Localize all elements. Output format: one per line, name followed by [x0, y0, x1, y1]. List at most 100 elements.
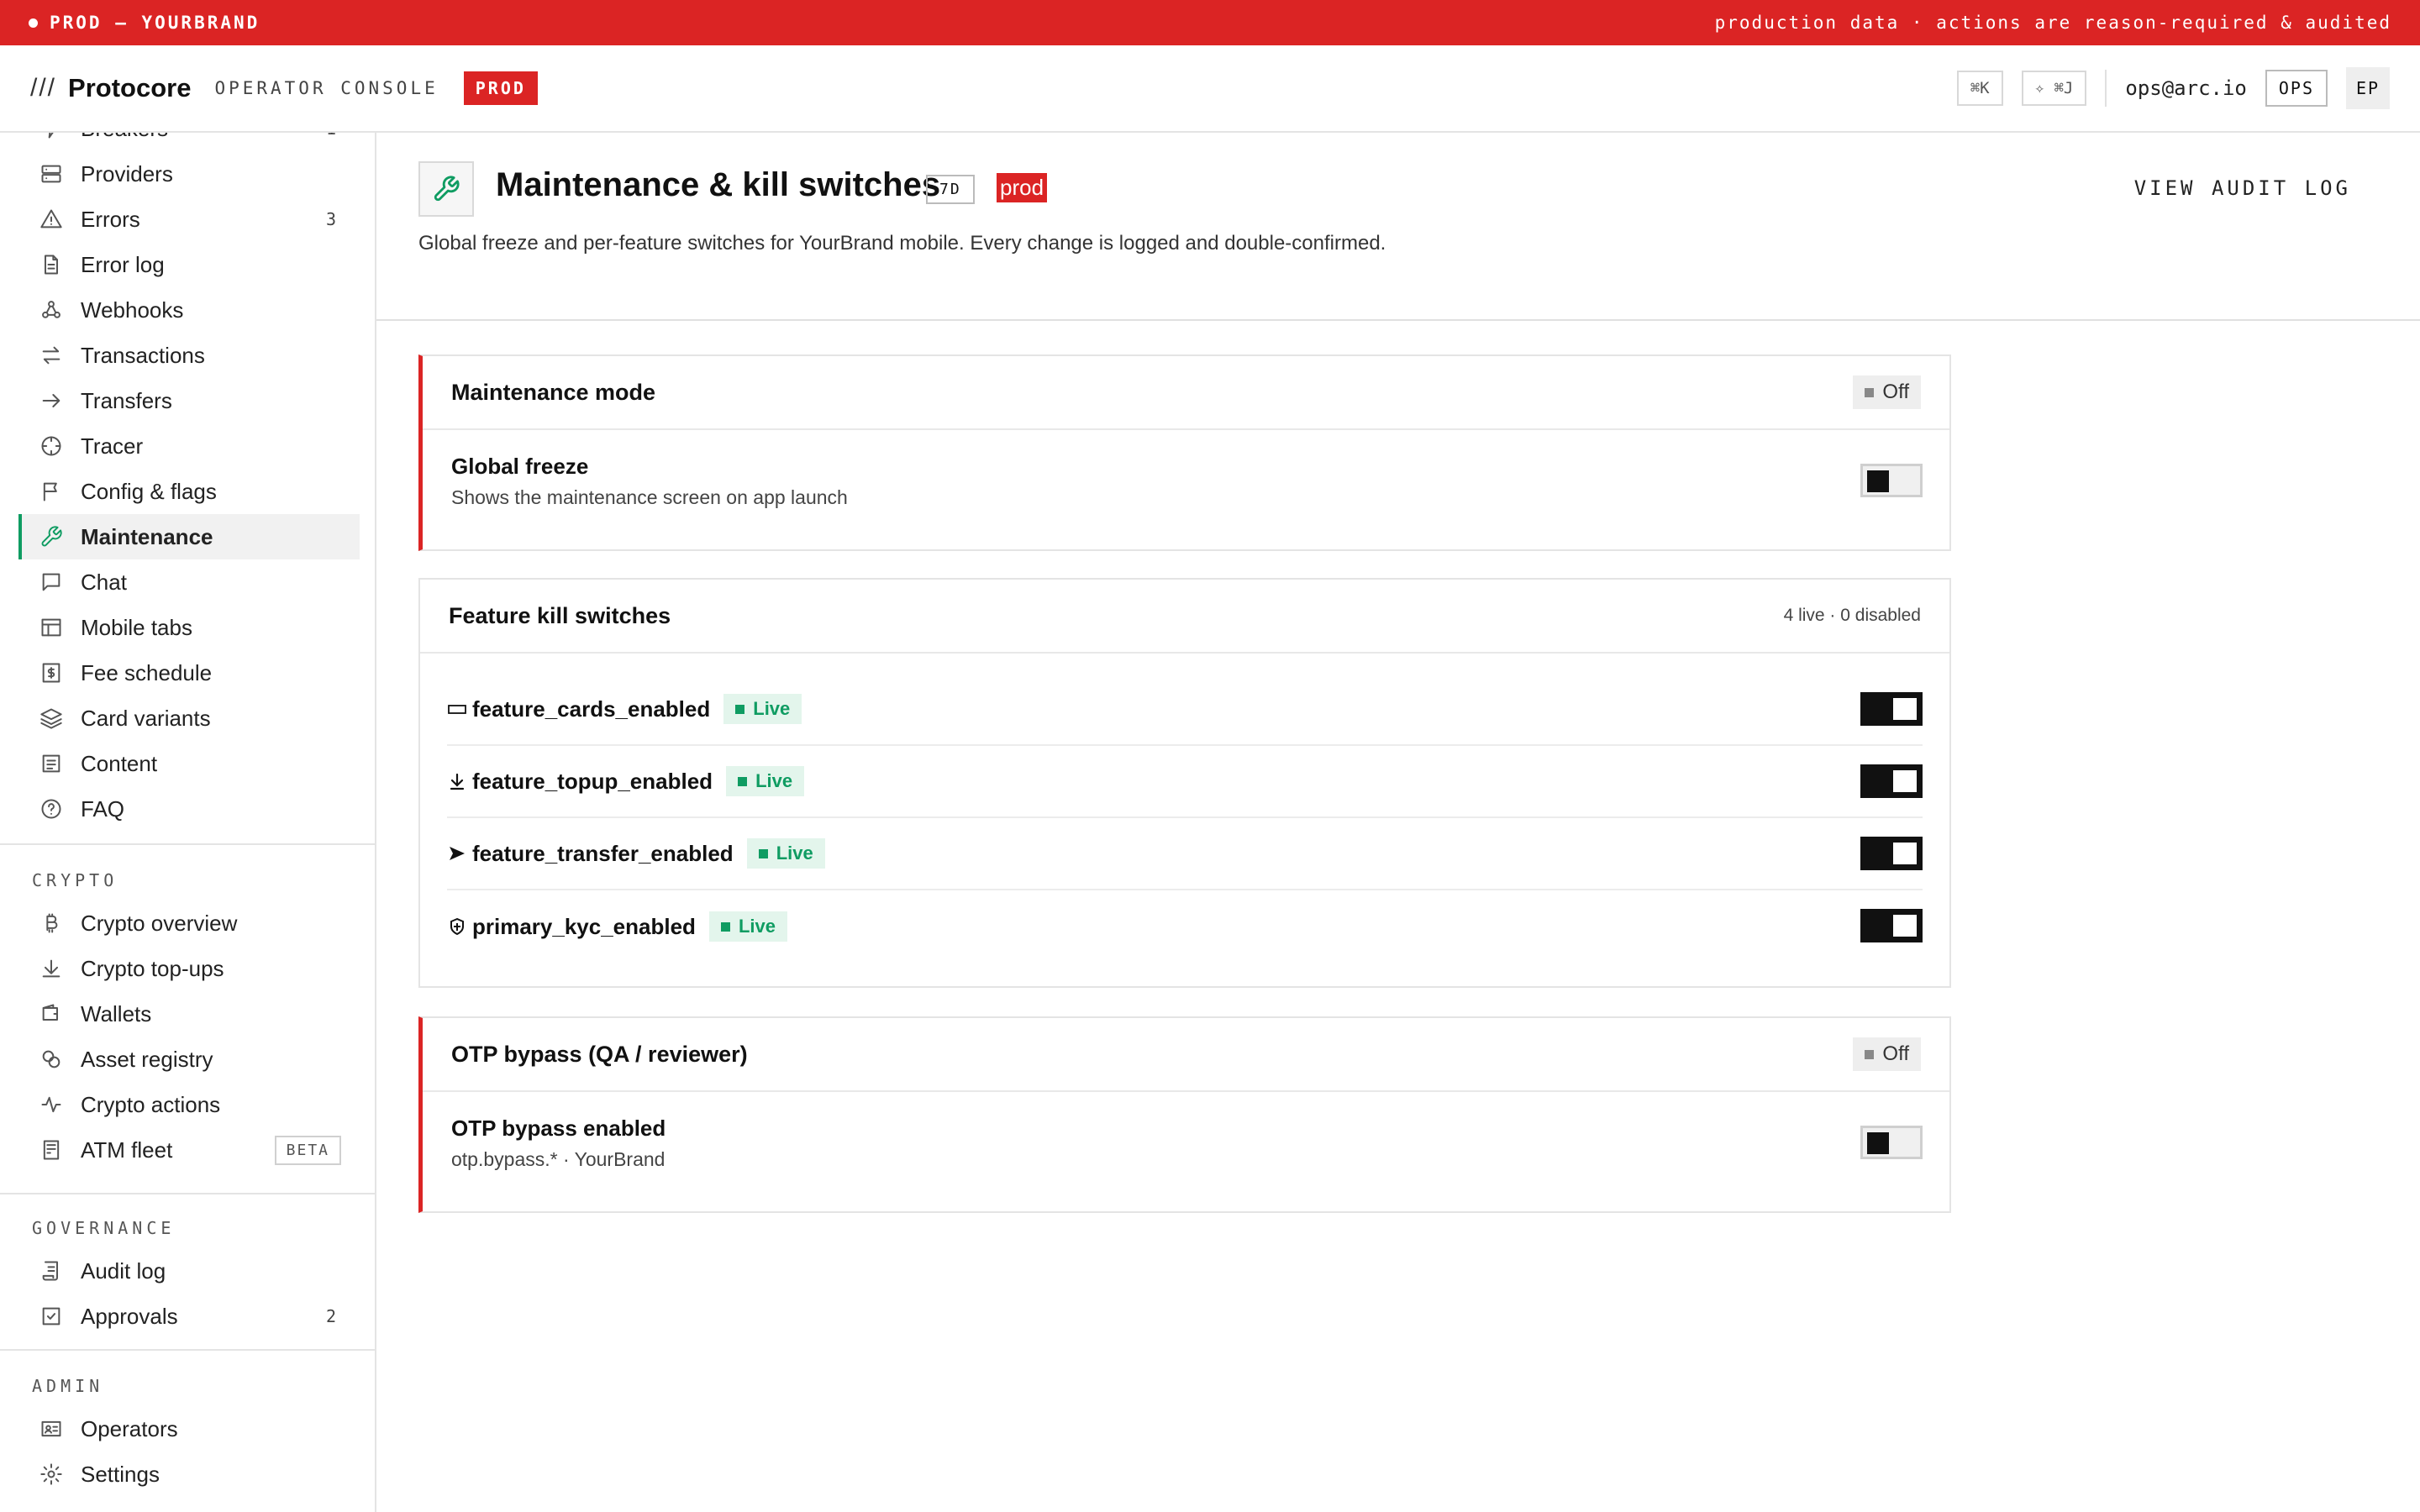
sidebar-item-label: Error log: [81, 251, 165, 277]
sidebar-item-breakers[interactable]: Breakers 1: [18, 133, 360, 151]
sidebar-item-config-flags[interactable]: Config & flags: [18, 469, 360, 514]
page-title: Maintenance & kill switches: [496, 166, 941, 203]
card-title: Maintenance mode: [451, 379, 656, 405]
sidebar-item-label: Crypto overview: [81, 910, 238, 936]
sidebar-item-mobile-tabs[interactable]: Mobile tabs: [18, 605, 360, 650]
maintenance-mode-card: Maintenance mode Off Global freeze Shows…: [418, 354, 1951, 551]
arrow-right-icon: [39, 388, 64, 413]
kill-switch-row: primary_kyc_enabled Live: [447, 890, 1923, 963]
status-square-icon: [738, 776, 748, 786]
gear-icon: [39, 1462, 64, 1487]
status-badge: Live: [726, 766, 805, 796]
sidebar[interactable]: Breakers 1 Providers Errors 3 Error log Webhoo…: [0, 133, 376, 1512]
id-card-icon: [39, 1416, 64, 1441]
sidebar-item-atm-fleet[interactable]: ATM fleet BETA: [18, 1127, 360, 1173]
env-badge: PROD: [463, 71, 538, 105]
sidebar-item-maintenance[interactable]: Maintenance: [18, 514, 360, 559]
layers-icon: [39, 706, 64, 731]
banner-notice: production data · actions are reason-req…: [1714, 13, 2391, 33]
otp-bypass-toggle[interactable]: [1860, 1126, 1923, 1159]
environment-banner: PROD — YOURBRAND production data · actio…: [0, 0, 2420, 45]
status-badge: Live: [746, 838, 825, 869]
sidebar-item-label: Content: [81, 750, 158, 776]
banner-env: PROD — YOURBRAND: [29, 13, 260, 33]
status-badge: Live: [723, 694, 802, 724]
sidebar-item-crypto-actions[interactable]: Crypto actions: [18, 1082, 360, 1127]
kill-switch-name: primary_kyc_enabled: [472, 913, 696, 939]
view-audit-log-link[interactable]: VIEW AUDIT LOG: [2134, 176, 2351, 200]
sidebar-item-operators[interactable]: Operators: [18, 1406, 360, 1452]
sidebar-item-faq[interactable]: FAQ: [18, 786, 360, 832]
sidebar-item-card-variants[interactable]: Card variants: [18, 696, 360, 741]
status-badge: Off: [1853, 1037, 1921, 1071]
range-chip[interactable]: 7D: [926, 175, 975, 204]
sidebar-item-label: Wallets: [81, 1000, 152, 1026]
sidebar-item-asset-registry[interactable]: Asset registry: [18, 1037, 360, 1082]
sidebar-item-wallets[interactable]: Wallets: [18, 991, 360, 1037]
toggle-knob: [1893, 915, 1917, 937]
sidebar-item-label: Providers: [81, 160, 173, 186]
sidebar-item-transactions[interactable]: Transactions: [18, 333, 360, 378]
status-badge: Off: [1853, 375, 1921, 409]
sidebar-item-count: 2: [325, 1306, 336, 1326]
atm-icon: [39, 1137, 64, 1163]
sidebar-item-label: Crypto actions: [81, 1091, 221, 1117]
sidebar-item-label: Breakers: [81, 133, 168, 142]
sidebar-item-chat[interactable]: Chat: [18, 559, 360, 605]
sidebar-item-label: Webhooks: [81, 297, 184, 323]
activity-icon: [39, 1092, 64, 1117]
sidebar-item-crypto-top-ups[interactable]: Crypto top-ups: [18, 946, 360, 991]
shield-icon: [447, 916, 467, 937]
sidebar-item-errors[interactable]: Errors 3: [18, 197, 360, 242]
sidebar-item-error-log[interactable]: Error log: [18, 242, 360, 287]
sidebar-item-fee-schedule[interactable]: Fee schedule: [18, 650, 360, 696]
kill-switch-toggle[interactable]: [1860, 837, 1923, 870]
kill-switch-name: feature_topup_enabled: [472, 768, 713, 794]
kill-switch-name: feature_transfer_enabled: [472, 840, 734, 866]
user-email[interactable]: ops@arc.io: [2125, 76, 2247, 100]
jump-shortcut-button[interactable]: ✧ ⌘J: [2021, 71, 2087, 106]
sidebar-item-approvals[interactable]: Approvals 2: [18, 1294, 360, 1339]
status-square-icon: [735, 704, 745, 714]
sidebar-item-label: Audit log: [81, 1257, 166, 1284]
status-label: Off: [1882, 381, 1909, 403]
kill-switch-toggle[interactable]: [1860, 692, 1923, 726]
status-label: Live: [753, 698, 791, 719]
sidebar-item-webhooks[interactable]: Webhooks: [18, 287, 360, 333]
sidebar-item-audit-log[interactable]: Audit log: [18, 1248, 360, 1294]
sidebar-item-content[interactable]: Content: [18, 741, 360, 786]
card-icon: [447, 699, 467, 719]
sidebar-item-providers[interactable]: Providers: [18, 151, 360, 197]
role-chip: OPS: [2265, 70, 2328, 107]
brand-subtitle: OPERATOR CONSOLE: [214, 78, 439, 98]
brand-name[interactable]: Protocore: [68, 73, 191, 103]
sidebar-item-settings[interactable]: Settings: [18, 1452, 360, 1497]
dollar-icon: [39, 660, 64, 685]
sidebar-item-transfers[interactable]: Transfers: [18, 378, 360, 423]
check-square-icon: [39, 1304, 64, 1329]
global-freeze-toggle[interactable]: [1860, 464, 1923, 497]
row-title: Global freeze: [451, 454, 589, 479]
sidebar-item-label: Errors: [81, 206, 140, 232]
kill-switch-toggle[interactable]: [1860, 764, 1923, 798]
sidebar-item-label: Fee schedule: [81, 659, 213, 685]
sidebar-item-label: Chat: [81, 569, 127, 595]
download-icon: [39, 956, 64, 981]
row-title: OTP bypass enabled: [451, 1116, 666, 1141]
row-subtitle: otp.bypass.* · YourBrand: [451, 1148, 666, 1170]
status-label: Live: [776, 843, 813, 864]
status-label: Off: [1882, 1042, 1909, 1065]
avatar[interactable]: EP: [2346, 67, 2390, 109]
status-square-icon: [1865, 387, 1875, 397]
sidebar-item-label: Maintenance: [81, 523, 213, 549]
brand-mark: ///: [30, 74, 57, 102]
bitcoin-icon: [39, 911, 64, 936]
status-label: Live: [738, 916, 776, 937]
kill-switch-toggle[interactable]: [1860, 909, 1923, 942]
sidebar-item-tracer[interactable]: Tracer: [18, 423, 360, 469]
sidebar-item-label: Card variants: [81, 705, 211, 731]
command-palette-button[interactable]: ⌘K: [1956, 71, 2003, 106]
sidebar-item-crypto-overview[interactable]: Crypto overview: [18, 900, 360, 946]
wrench-icon: [39, 524, 64, 549]
sidebar-divider: [0, 1349, 375, 1351]
